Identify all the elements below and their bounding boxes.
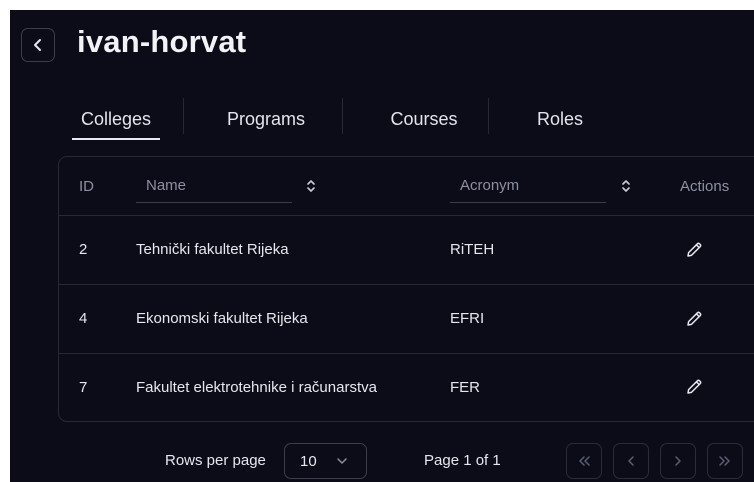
cell-name: Fakultet elektrotehnike i računarstva: [136, 378, 377, 396]
first-page-button[interactable]: [566, 443, 602, 479]
rows-per-page-label: Rows per page: [165, 451, 266, 469]
cell-acronym: FER: [450, 378, 480, 396]
pencil-icon[interactable]: [685, 284, 703, 353]
chevron-down-icon: [337, 458, 347, 464]
acronym-filter-placeholder: Acronym: [460, 177, 520, 194]
pencil-icon[interactable]: [685, 353, 703, 421]
column-header-actions: Actions: [680, 177, 730, 195]
column-header-id: ID: [79, 177, 94, 195]
name-filter-placeholder: Name: [146, 177, 187, 194]
sort-icon[interactable]: [619, 177, 633, 195]
app-window: ivan-horvat Colleges Programs Courses Ro…: [10, 10, 754, 482]
next-page-button[interactable]: [660, 443, 696, 479]
chevron-left-icon: [628, 456, 634, 466]
last-page-button[interactable]: [707, 443, 743, 479]
tab-programs[interactable]: Programs: [216, 96, 316, 142]
page-info: Page 1 of 1: [424, 451, 501, 469]
rows-per-page-value: 10: [300, 452, 317, 470]
chevrons-left-icon: [579, 456, 590, 466]
cell-id: 2: [79, 241, 88, 258]
tab-divider: [183, 98, 184, 134]
table-row: 4 Ekonomski fakultet Rijeka EFRI: [59, 284, 754, 354]
tab-divider: [488, 98, 489, 134]
back-button[interactable]: [21, 28, 55, 62]
acronym-filter-field[interactable]: Acronym: [450, 169, 606, 203]
pencil-icon[interactable]: [685, 215, 703, 284]
tab-divider: [342, 98, 343, 134]
chevron-left-icon: [34, 39, 41, 51]
page-title: ivan-horvat: [77, 24, 247, 59]
sort-icon[interactable]: [304, 177, 318, 195]
cell-name: Ekonomski fakultet Rijeka: [136, 310, 308, 327]
colleges-table: ID Name Acronym Actions 2 Tehnički fakul…: [58, 156, 754, 422]
rows-per-page-select[interactable]: 10: [284, 443, 367, 479]
pagination-bar: Rows per page 10 Page 1 of 1: [10, 442, 754, 482]
cell-name: Tehnički fakultet Rijeka: [136, 241, 289, 258]
chevron-right-icon: [675, 456, 681, 466]
chevrons-right-icon: [719, 456, 730, 466]
table-row: 7 Fakultet elektrotehnike i računarstva …: [59, 353, 754, 421]
table-row: 2 Tehnički fakultet Rijeka RiTEH: [59, 215, 754, 285]
previous-page-button[interactable]: [613, 443, 649, 479]
tab-courses[interactable]: Courses: [374, 96, 474, 142]
cell-id: 4: [79, 310, 88, 327]
table-header-row: ID Name Acronym Actions: [59, 157, 754, 216]
name-filter-field[interactable]: Name: [136, 169, 292, 203]
cell-acronym: RiTEH: [450, 241, 495, 258]
cell-id: 7: [79, 378, 88, 396]
cell-acronym: EFRI: [450, 310, 485, 327]
tab-colleges[interactable]: Colleges: [70, 96, 162, 142]
tab-roles[interactable]: Roles: [520, 96, 600, 142]
